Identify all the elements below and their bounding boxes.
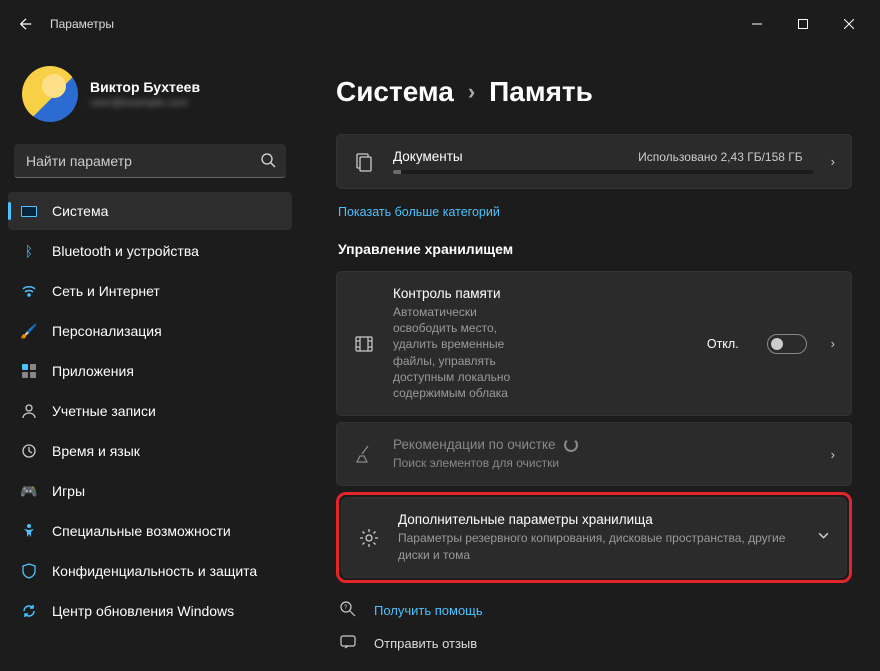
nav: Система ᛒBluetooth и устройства Сеть и И… bbox=[8, 192, 292, 630]
avatar bbox=[22, 66, 78, 122]
nav-time[interactable]: Время и язык bbox=[8, 432, 292, 470]
gear-icon bbox=[358, 528, 380, 548]
apps-icon bbox=[20, 362, 38, 380]
titlebar: Параметры bbox=[0, 0, 880, 48]
documents-card[interactable]: Документы Использовано 2,43 ГБ/158 ГБ › bbox=[336, 134, 852, 189]
gamepad-icon: 🎮 bbox=[20, 482, 38, 500]
app-title: Параметры bbox=[50, 17, 114, 31]
broom-icon bbox=[353, 444, 375, 464]
documents-icon bbox=[353, 152, 375, 172]
spinner-icon bbox=[564, 438, 578, 452]
update-icon bbox=[20, 602, 38, 620]
cleanup-desc: Поиск элементов для очистки bbox=[393, 455, 813, 471]
chevron-right-icon: › bbox=[831, 336, 835, 351]
sense-desc: Автоматически освободить место, удалить … bbox=[393, 304, 532, 401]
docs-progress bbox=[393, 170, 813, 174]
show-more-link[interactable]: Показать больше категорий bbox=[338, 205, 500, 219]
back-button[interactable] bbox=[8, 6, 44, 42]
nav-network[interactable]: Сеть и Интернет bbox=[8, 272, 292, 310]
breadcrumb-parent[interactable]: Система bbox=[336, 76, 454, 108]
chevron-right-icon: › bbox=[831, 447, 835, 462]
maximize-button[interactable] bbox=[780, 8, 826, 40]
feedback-icon bbox=[340, 634, 358, 653]
main-content: Система › Память Документы Использовано … bbox=[300, 48, 880, 671]
profile[interactable]: Виктор Бухтеев user@example.com bbox=[8, 48, 292, 144]
advanced-desc: Параметры резервного копирования, дисков… bbox=[398, 530, 799, 562]
system-icon bbox=[20, 202, 38, 220]
help-icon: ? bbox=[340, 601, 358, 620]
chevron-down-icon bbox=[817, 529, 830, 547]
docs-usage: Использовано 2,43 ГБ/158 ГБ bbox=[638, 150, 803, 164]
nav-update[interactable]: Центр обновления Windows bbox=[8, 592, 292, 630]
docs-title: Документы bbox=[393, 149, 463, 164]
nav-accounts[interactable]: Учетные записи bbox=[8, 392, 292, 430]
profile-name: Виктор Бухтеев bbox=[90, 79, 200, 95]
get-help-link[interactable]: ? Получить помощь bbox=[340, 601, 852, 620]
nav-apps[interactable]: Приложения bbox=[8, 352, 292, 390]
chevron-right-icon: › bbox=[831, 154, 835, 169]
close-button[interactable] bbox=[826, 8, 872, 40]
profile-email: user@example.com bbox=[90, 97, 200, 109]
nav-personalization[interactable]: 🖌️Персонализация bbox=[8, 312, 292, 350]
section-heading: Управление хранилищем bbox=[338, 241, 852, 257]
svg-text:?: ? bbox=[344, 605, 348, 611]
brush-icon: 🖌️ bbox=[20, 322, 38, 340]
sense-toggle[interactable] bbox=[767, 334, 807, 354]
bluetooth-icon: ᛒ bbox=[20, 242, 38, 260]
search-box bbox=[14, 144, 286, 178]
shield-icon bbox=[20, 562, 38, 580]
advanced-storage-card[interactable]: Дополнительные параметры хранилища Парам… bbox=[341, 497, 847, 577]
person-icon bbox=[20, 402, 38, 420]
nav-accessibility[interactable]: Специальные возможности bbox=[8, 512, 292, 550]
sense-state: Откл. bbox=[707, 337, 739, 351]
film-icon bbox=[353, 334, 375, 354]
sidebar: Виктор Бухтеев user@example.com Система … bbox=[0, 48, 300, 671]
window-controls bbox=[734, 8, 872, 40]
footer-links: ? Получить помощь Отправить отзыв bbox=[336, 601, 852, 653]
breadcrumb-current: Память bbox=[489, 76, 593, 108]
search-input[interactable] bbox=[14, 144, 286, 178]
cleanup-card[interactable]: Рекомендации по очистке Поиск элементов … bbox=[336, 422, 852, 486]
minimize-button[interactable] bbox=[734, 8, 780, 40]
highlight-annotation: Дополнительные параметры хранилища Парам… bbox=[336, 492, 852, 582]
storage-sense-card[interactable]: Контроль памяти Автоматически освободить… bbox=[336, 271, 852, 416]
nav-bluetooth[interactable]: ᛒBluetooth и устройства bbox=[8, 232, 292, 270]
sense-title: Контроль памяти bbox=[393, 286, 532, 301]
advanced-title: Дополнительные параметры хранилища bbox=[398, 512, 799, 527]
cleanup-title: Рекомендации по очистке bbox=[393, 437, 813, 452]
feedback-link[interactable]: Отправить отзыв bbox=[340, 634, 852, 653]
chevron-right-icon: › bbox=[468, 79, 475, 105]
accessibility-icon bbox=[20, 522, 38, 540]
breadcrumb: Система › Память bbox=[336, 76, 852, 108]
wifi-icon bbox=[20, 282, 38, 300]
search-icon bbox=[260, 152, 276, 173]
clock-icon bbox=[20, 442, 38, 460]
nav-privacy[interactable]: Конфиденциальность и защита bbox=[8, 552, 292, 590]
nav-system[interactable]: Система bbox=[8, 192, 292, 230]
nav-gaming[interactable]: 🎮Игры bbox=[8, 472, 292, 510]
